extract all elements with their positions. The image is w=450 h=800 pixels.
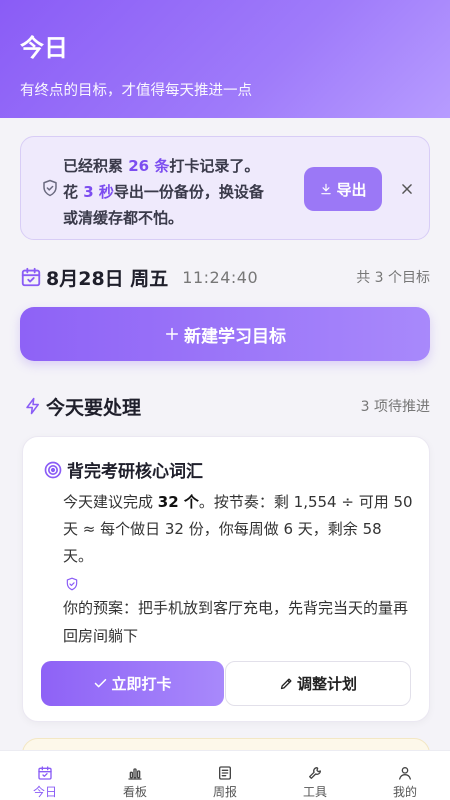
task-amount: 32 个	[157, 493, 199, 511]
adjust-label: 调整计划	[296, 675, 357, 693]
export-button[interactable]: 导出	[304, 167, 382, 211]
backup-reminder-card: 已经积累 26 条打卡记录了。 花 3 秒导出一份备份，换设备 或清缓存都不怕。…	[20, 136, 430, 240]
tab-board[interactable]: 看板	[90, 751, 180, 800]
tab-today[interactable]: 今日	[0, 751, 90, 800]
page-subtitle: 有终点的目标，才值得每天推进一点	[20, 83, 252, 99]
tab-label: 工具	[302, 785, 327, 799]
pending-count: 3 项待推进	[360, 399, 430, 415]
wrench-icon	[309, 767, 321, 779]
task-plan: 你的预案：把手机放到客厅充电，先背完当天的量再回房间躺下	[63, 599, 409, 645]
tab-tools[interactable]: 工具	[270, 751, 360, 800]
page-header: 今日 有终点的目标，才值得每天推进一点	[0, 0, 450, 118]
tab-label: 周报	[212, 785, 237, 799]
date-row: 8月28日 周五 11:24:40 共 3 个目标	[20, 262, 430, 292]
export-seconds: 3 秒	[83, 183, 114, 201]
adjust-plan-button[interactable]: 调整计划	[225, 661, 411, 706]
checkin-label: 立即打卡	[111, 675, 172, 693]
checkin-button[interactable]: 立即打卡	[41, 661, 224, 706]
goal-count: 共 3 个目标	[356, 270, 430, 286]
user-icon	[399, 767, 411, 780]
close-icon	[402, 184, 412, 194]
document-icon	[219, 766, 231, 780]
target-icon	[44, 461, 62, 478]
task-card: 背完考研核心词汇 今天建议完成 32 个。按节奏：剩 1,554 ÷ 可用 50…	[22, 436, 430, 722]
task-header: 背完考研核心词汇	[43, 457, 203, 482]
tab-label: 今日	[32, 785, 57, 799]
tab-profile[interactable]: 我的	[360, 751, 450, 800]
task-description: 今天建议完成 32 个。按节奏：剩 1,554 ÷ 可用 50 天 ≈ 每个做日…	[63, 493, 413, 565]
tab-weekly-report[interactable]: 周报	[180, 751, 270, 800]
shield-icon	[66, 577, 78, 591]
current-date: 8月28日 周五	[46, 267, 169, 290]
section-title: 今天要处理	[46, 396, 142, 419]
new-goal-button[interactable]: 新建学习目标	[20, 307, 430, 361]
calendar-icon	[38, 766, 52, 780]
plus-icon	[165, 327, 179, 341]
record-count: 26 条	[128, 157, 170, 175]
page-title: 今日	[20, 34, 68, 62]
export-label: 导出	[336, 180, 367, 199]
download-icon	[321, 183, 332, 195]
task-title: 背完考研核心词汇	[67, 462, 203, 482]
check-icon	[95, 678, 107, 688]
current-time: 11:24:40	[182, 267, 259, 287]
bar-chart-icon	[128, 768, 142, 780]
tab-label: 我的	[392, 785, 417, 799]
backup-message: 已经积累 26 条打卡记录了。 花 3 秒导出一份备份，换设备 或清缓存都不怕。	[63, 157, 264, 227]
bottom-tab-bar: 今日 看板 周报 工具 我的	[0, 750, 450, 800]
calendar-icon	[21, 267, 41, 287]
shield-icon	[43, 179, 57, 197]
lightning-icon	[26, 397, 39, 415]
tab-label: 看板	[122, 785, 147, 799]
pencil-icon	[280, 678, 292, 690]
dismiss-backup-button[interactable]	[397, 179, 417, 199]
new-goal-label: 新建学习目标	[184, 326, 286, 347]
today-section-header: 今天要处理 3 项待推进	[24, 392, 430, 420]
